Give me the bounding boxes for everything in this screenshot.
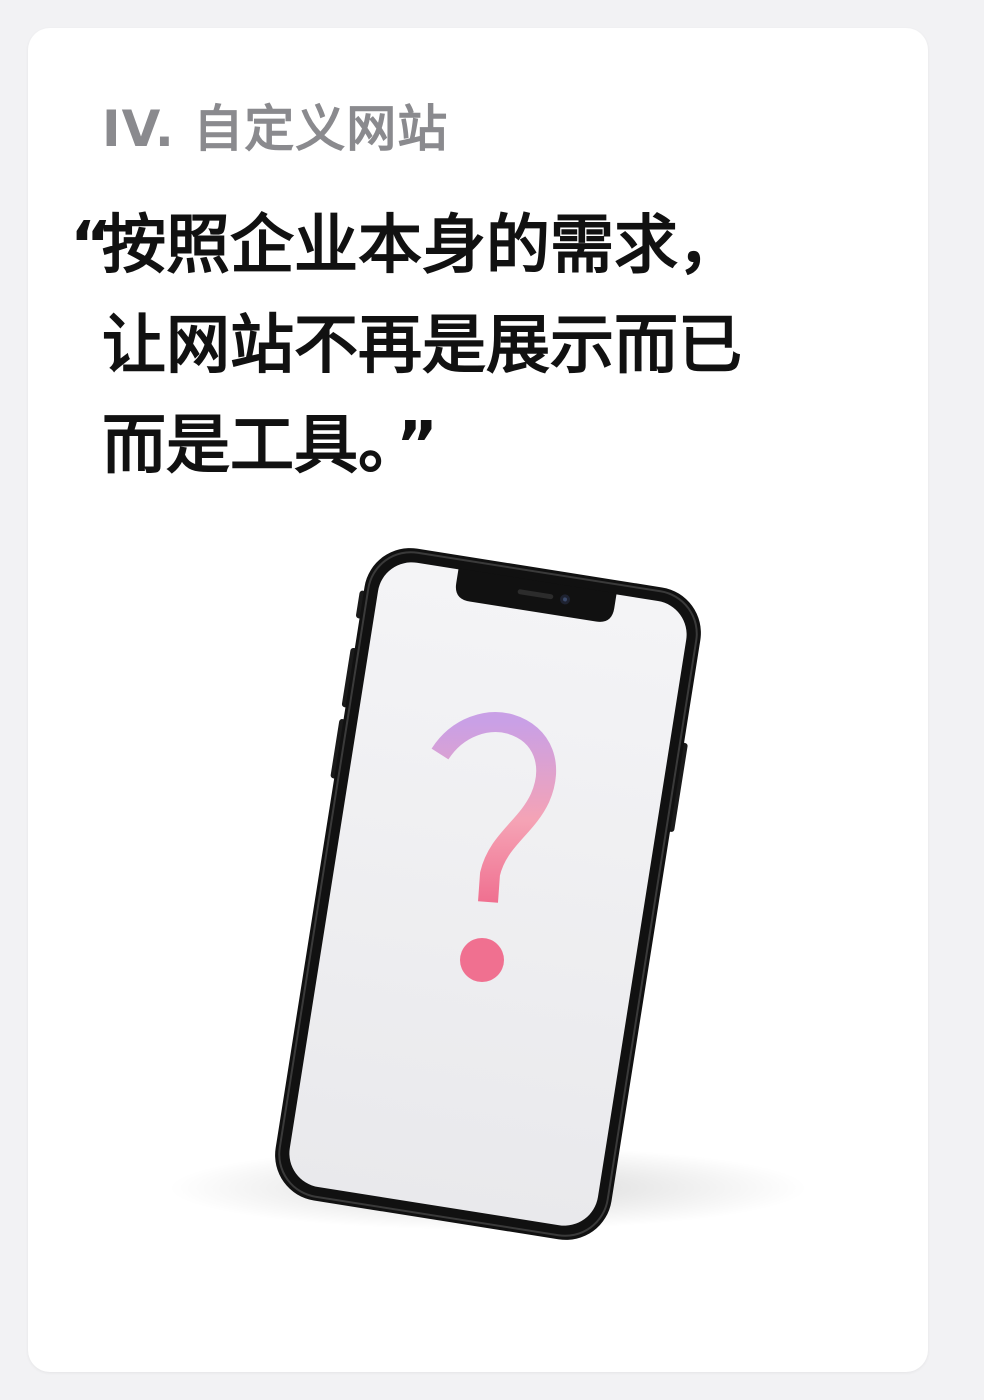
- content-card: IV. 自定义网站 “ 按照企业本身的需求， 让网站不再是展示而已 而是工具。”: [28, 28, 928, 1372]
- open-quote-mark: “: [70, 209, 113, 283]
- quote-line-2: 让网站不再是展示而已: [102, 309, 742, 383]
- quote-line-3-text: 而是工具。: [102, 409, 390, 483]
- quote-line-3: 而是工具。”: [102, 396, 742, 496]
- section-title: IV. 自定义网站: [102, 100, 449, 158]
- quote-text: “ 按照企业本身的需求， 让网站不再是展示而已 而是工具。”: [70, 196, 742, 496]
- close-quote-mark: ”: [396, 409, 439, 483]
- smartphone-icon: [168, 548, 808, 1240]
- phone-body: [275, 548, 701, 1240]
- quote-line-1: 按照企业本身的需求，: [102, 209, 742, 283]
